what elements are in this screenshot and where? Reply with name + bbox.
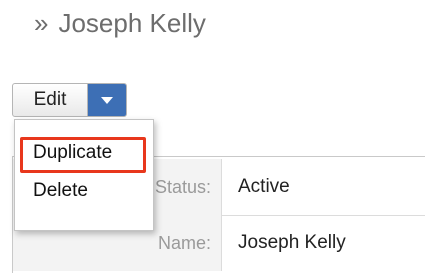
menu-item-delete[interactable]: Delete bbox=[33, 180, 88, 202]
record-view: » Joseph Kelly Edit Status: Active Name: … bbox=[0, 0, 425, 273]
menu-item-duplicate[interactable]: Duplicate bbox=[33, 142, 112, 164]
breadcrumb-chevron: » bbox=[34, 8, 49, 38]
actions-dropdown-menu: Duplicate Delete bbox=[14, 119, 154, 231]
action-button-group: Edit bbox=[12, 83, 127, 117]
record-name: Joseph Kelly bbox=[58, 8, 206, 38]
status-value: Active bbox=[238, 176, 290, 197]
caret-down-icon bbox=[101, 97, 113, 104]
field-label: Name: bbox=[157, 233, 211, 253]
field-label: Status: bbox=[154, 177, 211, 197]
name-value: Joseph Kelly bbox=[238, 232, 346, 253]
edit-button[interactable]: Edit bbox=[13, 84, 88, 116]
actions-dropdown-button[interactable] bbox=[88, 84, 126, 116]
page-title: » Joseph Kelly bbox=[34, 6, 206, 40]
